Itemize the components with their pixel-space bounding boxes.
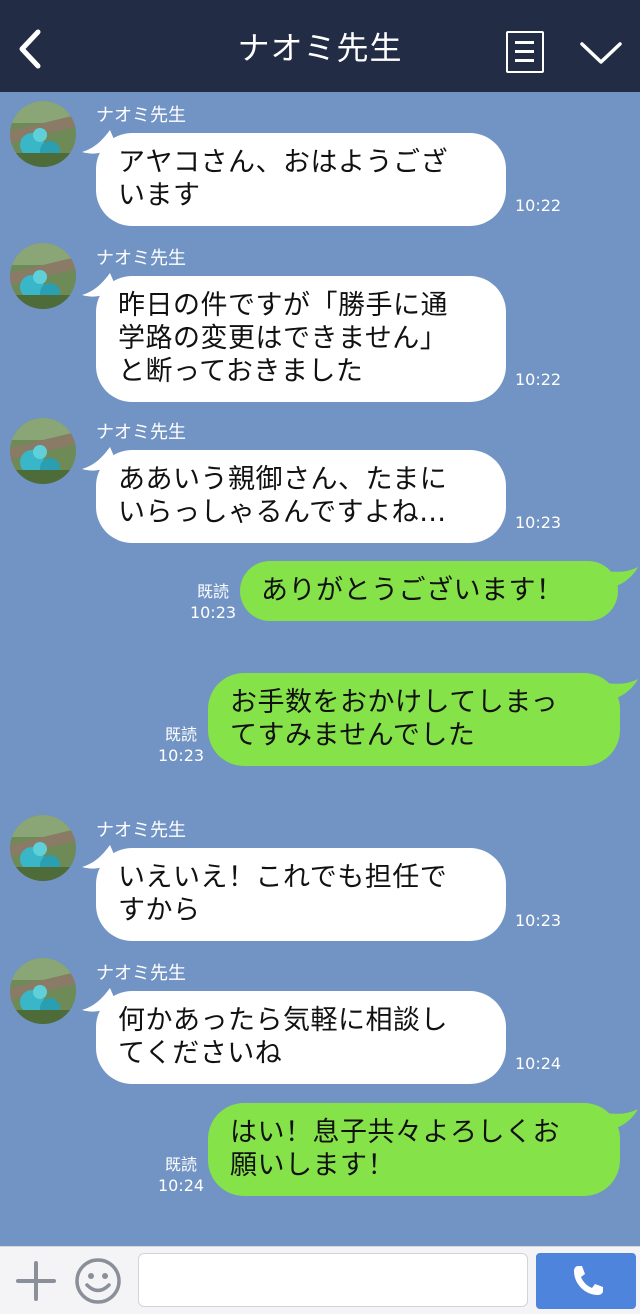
message-bubble[interactable]: アヤコさん、おはようござ います	[96, 133, 506, 226]
plus-icon	[16, 1261, 56, 1301]
message-bubble[interactable]: お手数をおかけしてしまっ てすみませんでした	[208, 673, 620, 766]
emoji-button[interactable]	[73, 1256, 123, 1306]
flower-avatar-icon	[10, 815, 76, 881]
sender-name: ナオミ先生	[96, 422, 186, 443]
avatar[interactable]	[10, 815, 76, 881]
timestamp: 10:22	[515, 196, 562, 215]
bubble-tail	[600, 567, 638, 589]
message-bubble[interactable]: いえいえ！これでも担任で すから	[96, 848, 506, 941]
message-bubble[interactable]: ああいう親御さん、たまに いらっしゃるんですよね…	[96, 450, 506, 543]
menu-line	[515, 59, 534, 62]
chevron-left-icon	[19, 29, 41, 69]
timestamp: 10:23	[515, 911, 562, 930]
smiley-icon	[75, 1258, 121, 1304]
read-receipt: 既読 10:23	[156, 724, 206, 766]
flower-avatar-icon	[10, 101, 76, 167]
flower-avatar-icon	[10, 243, 76, 309]
timestamp: 10:24	[157, 1176, 205, 1195]
menu-list-icon	[515, 41, 534, 44]
flower-avatar-icon	[10, 418, 76, 484]
message-bubble[interactable]: ありがとうございます！	[240, 561, 618, 621]
read-receipt: 既読 10:23	[188, 581, 238, 623]
back-button[interactable]	[12, 26, 52, 72]
message-bubble[interactable]: 何かあったら気軽に相談し てくださいね	[96, 991, 506, 1084]
call-button[interactable]	[536, 1253, 636, 1309]
sender-name: ナオミ先生	[96, 105, 186, 126]
phone-icon	[574, 1266, 603, 1295]
read-label: 既読	[164, 725, 197, 744]
sender-name: ナオミ先生	[96, 820, 186, 841]
timestamp: 10:23	[515, 513, 562, 532]
sender-name: ナオミ先生	[96, 963, 186, 984]
read-label: 既読	[196, 582, 229, 601]
collapse-button[interactable]	[576, 34, 626, 70]
message-input[interactable]	[138, 1253, 528, 1307]
timestamp: 10:23	[157, 746, 205, 765]
menu-line	[515, 50, 534, 53]
chat-header: ナオミ先生	[0, 0, 640, 92]
read-label: 既読	[164, 1155, 197, 1174]
message-bubble[interactable]: 昨日の件ですが「勝手に通 学路の変更はできません」 と断っておきました	[96, 276, 506, 402]
chat-title: ナオミ先生	[237, 29, 403, 67]
message-bubble[interactable]: はい！息子共々よろしくお 願いします！	[208, 1103, 620, 1196]
timestamp: 10:22	[515, 370, 562, 389]
read-receipt: 既読 10:24	[156, 1154, 206, 1196]
attach-button[interactable]	[14, 1259, 58, 1303]
input-bar	[0, 1246, 640, 1314]
avatar[interactable]	[10, 418, 76, 484]
flower-avatar-icon	[10, 958, 76, 1024]
menu-button[interactable]	[506, 31, 544, 73]
avatar[interactable]	[10, 243, 76, 309]
bubble-tail	[600, 1109, 638, 1131]
timestamp: 10:24	[515, 1054, 562, 1073]
avatar[interactable]	[10, 958, 76, 1024]
sender-name: ナオミ先生	[96, 248, 186, 269]
avatar[interactable]	[10, 101, 76, 167]
bubble-tail	[600, 679, 638, 701]
timestamp: 10:23	[189, 603, 237, 622]
chevron-down-icon	[580, 42, 622, 64]
